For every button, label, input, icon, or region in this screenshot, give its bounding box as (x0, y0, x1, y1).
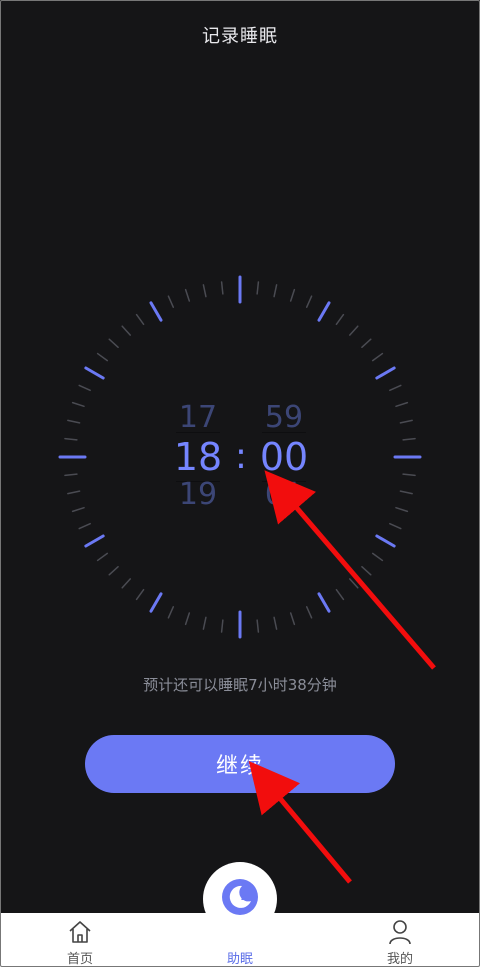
dial-minute-tick (78, 384, 91, 392)
hour-current-value[interactable]: 18 (170, 436, 226, 478)
dial-minute-tick (78, 522, 91, 530)
dial-minute-tick (273, 616, 278, 630)
hour-prev-value[interactable]: 17 (170, 403, 226, 433)
dial-hour-tick (375, 366, 396, 380)
dial-minute-tick (121, 325, 132, 336)
dial-minute-tick (220, 619, 224, 633)
sleep-moon-icon[interactable]: z (220, 877, 260, 917)
tab-me[interactable]: 我的 (355, 913, 445, 967)
dial-minute-tick (64, 473, 78, 477)
dial-hour-tick (149, 301, 163, 322)
minute-prev-value[interactable]: 59 (256, 403, 312, 433)
dial-minute-tick (71, 401, 85, 408)
dial-minute-tick (395, 506, 409, 513)
dial-minute-tick (399, 419, 413, 424)
dial-minute-tick (348, 578, 359, 589)
home-icon (69, 921, 91, 943)
tab-me-label: 我的 (386, 952, 413, 967)
dial-minute-tick (135, 313, 145, 326)
dial-minute-tick (184, 612, 191, 626)
dial-minute-tick (167, 295, 175, 308)
dial-minute-tick (335, 588, 345, 601)
time-separator: : (234, 436, 248, 477)
tab-home[interactable]: 首页 (35, 913, 125, 967)
dial-minute-tick (389, 384, 402, 392)
dial-minute-tick (348, 325, 359, 336)
dial-minute-tick (305, 295, 313, 308)
tab-sleep-aid-label: 助眠 (226, 952, 253, 967)
dial-hour-tick (84, 534, 105, 548)
dial-minute-tick (121, 578, 132, 589)
dial-minute-tick (289, 612, 296, 626)
dial-minute-tick (256, 281, 260, 295)
dial-minute-tick (96, 352, 109, 362)
time-picker[interactable]: 17 18 19 : 59 00 01 (170, 400, 312, 512)
dial-minute-tick (67, 419, 81, 424)
dial-minute-tick (361, 338, 372, 349)
minute-separator-line (262, 432, 306, 433)
dial-minute-tick (135, 588, 145, 601)
svg-text:z: z (241, 893, 246, 903)
hour-separator-line (176, 432, 220, 433)
dial-minute-tick (399, 490, 413, 495)
minute-current-value[interactable]: 00 (256, 436, 312, 478)
minute-next-value[interactable]: 01 (256, 480, 312, 510)
dial-hour-tick (149, 592, 163, 613)
tab-home-label: 首页 (66, 952, 93, 967)
sleep-estimate-text: 预计还可以睡眠7小时38分钟 (143, 676, 337, 694)
dial-minute-tick (108, 338, 119, 349)
dial-minute-tick (108, 565, 119, 576)
dial-minute-tick (361, 565, 372, 576)
dial-hour-tick (317, 301, 331, 322)
dial-minute-tick (202, 284, 207, 298)
dial-minute-tick (305, 606, 313, 619)
dial-minute-tick (371, 552, 384, 562)
dial-minute-tick (335, 313, 345, 326)
dial-minute-tick (167, 606, 175, 619)
dial-minute-tick (202, 616, 207, 630)
dial-minute-tick (402, 437, 416, 441)
user-icon (389, 920, 411, 945)
dial-hour-tick (317, 592, 331, 613)
dial-minute-tick (395, 401, 409, 408)
dial-hour-tick (84, 366, 105, 380)
dial-minute-tick (402, 473, 416, 477)
dial-minute-tick (64, 437, 78, 441)
hour-next-value[interactable]: 19 (170, 480, 226, 510)
dial-minute-tick (371, 352, 384, 362)
dial-minute-tick (67, 490, 81, 495)
continue-button[interactable]: 继续 (85, 735, 395, 793)
dial-minute-tick (273, 284, 278, 298)
dial-minute-tick (220, 281, 224, 295)
dial-minute-tick (96, 552, 109, 562)
dial-minute-tick (71, 506, 85, 513)
dial-minute-tick (256, 619, 260, 633)
dial-hour-tick (375, 534, 396, 548)
dial-minute-tick (289, 288, 296, 302)
dial-minute-tick (184, 288, 191, 302)
dial-minute-tick (389, 522, 402, 530)
